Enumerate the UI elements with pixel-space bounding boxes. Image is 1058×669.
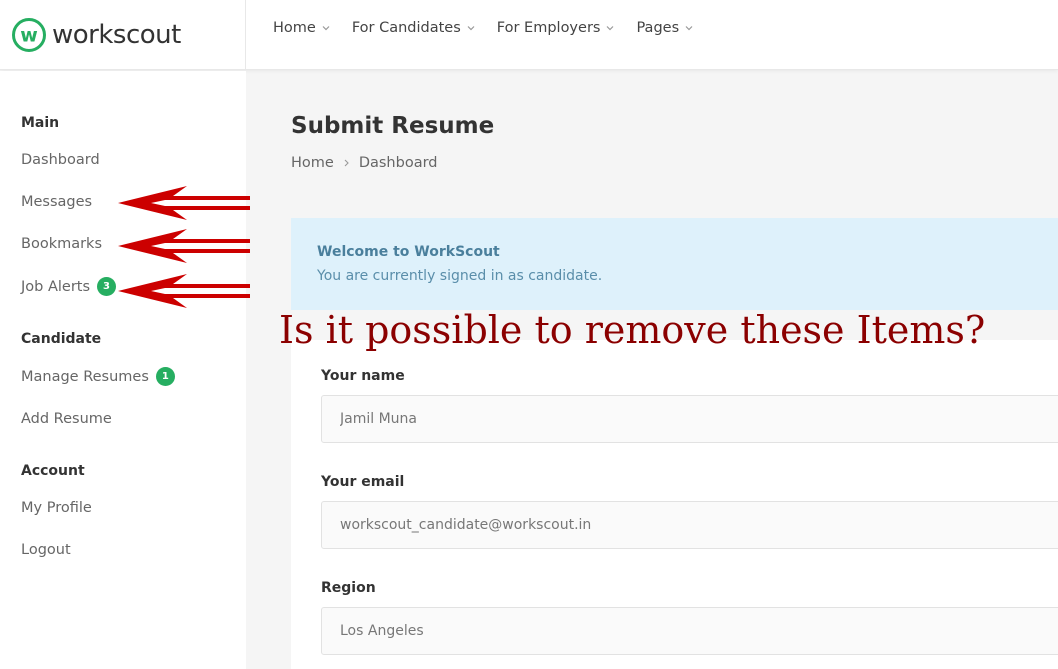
sidebar-item-label: Messages (21, 194, 93, 210)
sidebar-item-label: Bookmarks (21, 236, 103, 252)
sidebar-item-dashboard[interactable]: Dashboard (21, 152, 100, 168)
nav-home[interactable]: Home (273, 20, 330, 36)
workscout-logo-icon: w (12, 18, 46, 52)
resume-form: Your name Your email Region (291, 340, 1058, 669)
chevron-down-icon (322, 26, 330, 31)
sidebar-heading-account: Account (21, 463, 85, 479)
email-label: Your email (321, 474, 405, 490)
sidebar-item-label: Manage Resumes (21, 368, 149, 385)
sidebar-item-label: Add Resume (21, 411, 112, 427)
notice-text: You are currently signed in as candidate… (317, 268, 603, 284)
nav-label: For Candidates (351, 20, 461, 36)
nav-for-candidates[interactable]: For Candidates (352, 20, 475, 36)
email-input[interactable] (321, 501, 1058, 549)
sidebar-item-messages[interactable]: Messages (21, 194, 92, 210)
annotation-arrow-bookmarks (118, 229, 250, 263)
chevron-down-icon (685, 26, 693, 31)
welcome-notice: Welcome to WorkScout You are currently s… (291, 218, 1058, 310)
logo-letter: w (20, 25, 38, 47)
logo[interactable]: w workscout (0, 0, 246, 70)
main-nav: Home For Candidates For Employers Pages (273, 0, 715, 56)
sidebar-item-label: Dashboard (21, 152, 100, 168)
annotation-arrow-job-alerts (118, 274, 250, 308)
chevron-right-icon (344, 159, 349, 167)
sidebar-item-add-resume[interactable]: Add Resume (21, 411, 112, 427)
sidebar-item-label: Logout (21, 542, 71, 558)
sidebar-item-label: My Profile (21, 500, 92, 516)
annotation-arrow-messages (118, 186, 250, 220)
region-input[interactable] (321, 607, 1058, 655)
sidebar-item-label: Job Alerts (21, 278, 91, 295)
sidebar-heading-main: Main (21, 115, 60, 131)
page-title: Submit Resume (291, 113, 495, 139)
nav-label: For Employers (496, 20, 601, 36)
chevron-down-icon (467, 26, 475, 31)
brand-name: workscout (52, 20, 181, 50)
breadcrumb: Home Dashboard (291, 155, 438, 171)
nav-pages[interactable]: Pages (636, 20, 693, 36)
notice-title: Welcome to WorkScout (317, 244, 500, 260)
name-label: Your name (321, 368, 405, 384)
nav-label: Home (273, 20, 316, 36)
sidebar-item-manage-resumes[interactable]: Manage Resumes 1 (21, 367, 175, 386)
site-header: w workscout Home For Candidates For Empl… (0, 0, 1058, 70)
region-label: Region (321, 580, 376, 596)
dashboard-sidebar: Main Dashboard Messages Bookmarks Job Al… (0, 71, 246, 669)
sidebar-item-my-profile[interactable]: My Profile (21, 500, 92, 516)
sidebar-heading-candidate: Candidate (21, 331, 102, 347)
chevron-down-icon (607, 26, 614, 31)
nav-for-employers[interactable]: For Employers (497, 20, 615, 36)
name-input[interactable] (321, 395, 1058, 443)
sidebar-item-job-alerts[interactable]: Job Alerts 3 (21, 277, 117, 296)
breadcrumb-home[interactable]: Home (291, 155, 334, 171)
sidebar-item-bookmarks[interactable]: Bookmarks (21, 236, 102, 252)
breadcrumb-dashboard: Dashboard (358, 155, 438, 171)
manage-resumes-count-badge: 1 (155, 367, 175, 386)
nav-label: Pages (636, 20, 680, 36)
job-alerts-count-badge: 3 (97, 277, 117, 296)
sidebar-item-logout[interactable]: Logout (21, 542, 71, 558)
annotation-question: Is it possible to remove these Items? (279, 308, 986, 352)
